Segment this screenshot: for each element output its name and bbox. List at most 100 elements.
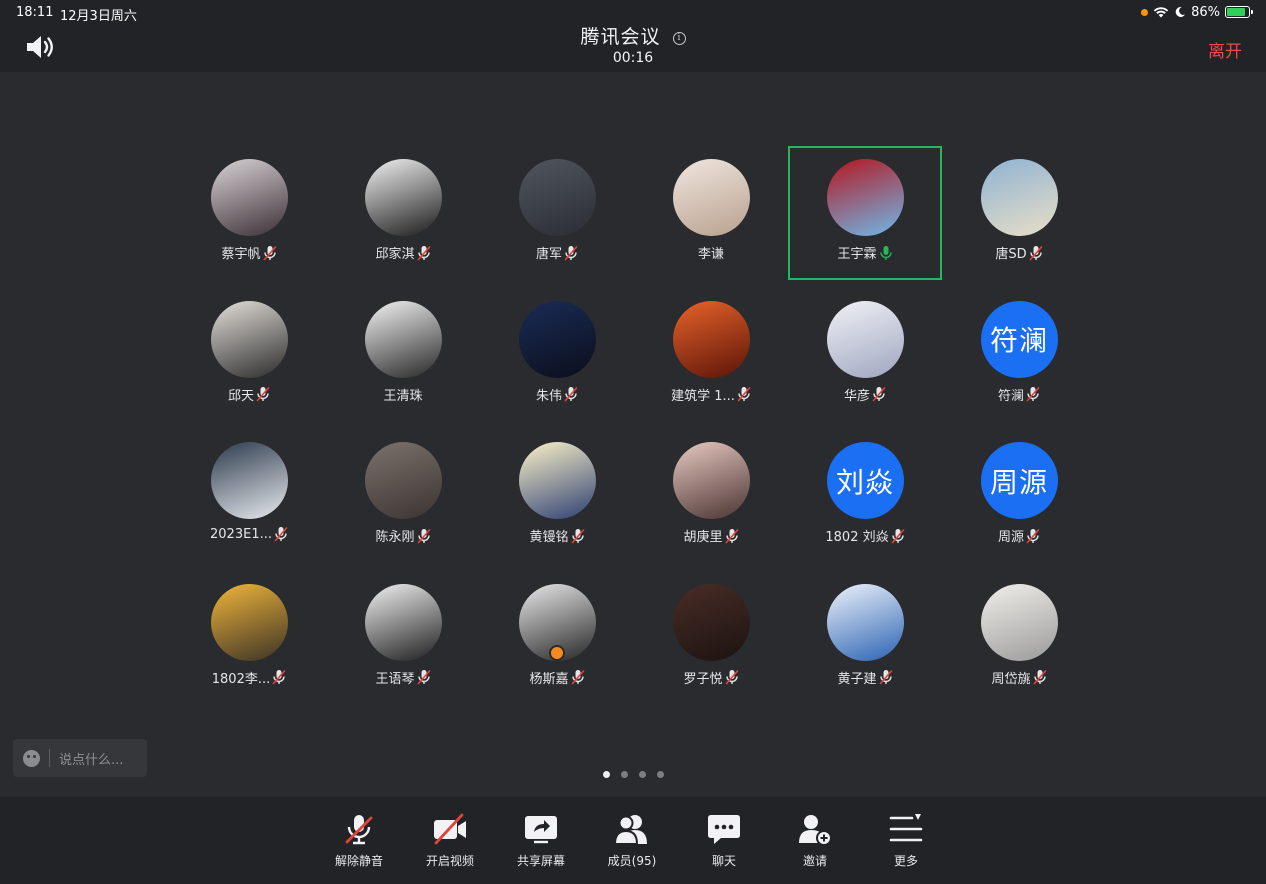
- participant-tile[interactable]: 周源 周源: [942, 429, 1096, 563]
- participant-tile[interactable]: 蔡宇帆: [172, 146, 326, 280]
- participant-tile[interactable]: 李谦: [634, 146, 788, 280]
- participant-name-row: 邱家淇: [375, 243, 430, 262]
- participant-name-row: 杨斯嘉: [529, 668, 584, 687]
- participant-name: 李谦: [697, 247, 724, 262]
- top-bar: 18:11 12月3日周六 86% 腾讯会议 i 00:16 离开: [0, 0, 1266, 72]
- avatar: [672, 300, 750, 378]
- avatar: [826, 583, 904, 661]
- avatar: [364, 300, 442, 378]
- participant-name: 周岱旐: [991, 671, 1031, 687]
- start-video-button[interactable]: 开启视频: [410, 811, 490, 875]
- avatar: 周源: [980, 442, 1058, 519]
- avatar: [210, 442, 288, 519]
- participant-tile[interactable]: 朱伟: [480, 288, 634, 422]
- participant-name: 1802 刘焱: [825, 530, 889, 545]
- unmute-button[interactable]: 解除静音: [319, 811, 399, 875]
- participant-tile[interactable]: 符澜 符澜: [942, 288, 1096, 422]
- participant-name-row: 唐SD: [995, 243, 1042, 262]
- participant-tile[interactable]: 黄镘铭: [480, 429, 634, 563]
- participant-name: 周源: [997, 530, 1024, 545]
- participant-name-row: 罗子悦: [683, 668, 738, 687]
- share-screen-icon: [525, 816, 557, 844]
- participant-name: 王语琴: [375, 671, 415, 687]
- participant-tile[interactable]: 唐SD: [942, 146, 1096, 280]
- participant-tile[interactable]: 周岱旐: [942, 571, 1096, 705]
- participant-tile[interactable]: 邱天: [172, 288, 326, 422]
- mic-muted-icon: [1029, 245, 1042, 260]
- info-icon[interactable]: i: [672, 32, 686, 45]
- participant-name: 蔡宇帆: [221, 247, 261, 262]
- participant-tile[interactable]: 胡庚里: [634, 429, 788, 563]
- members-icon: [614, 815, 647, 845]
- participant-name: 杨斯嘉: [529, 671, 569, 687]
- unmute-label: 解除静音: [334, 854, 383, 868]
- avatar: [518, 159, 596, 236]
- participant-name-row: 李谦: [698, 243, 724, 262]
- meeting-title-area[interactable]: 腾讯会议 i: [0, 22, 1266, 49]
- mic-muted-icon: [417, 528, 430, 543]
- mic-muted-icon: [725, 528, 738, 543]
- page-dot[interactable]: [638, 771, 646, 778]
- participant-name-row: 黄子建: [837, 668, 892, 687]
- participant-tile[interactable]: 邱家淇: [326, 146, 480, 280]
- participant-tile[interactable]: 1802李...: [172, 571, 326, 705]
- participant-tile[interactable]: 陈永刚: [326, 429, 480, 563]
- mic-muted-icon: [263, 245, 276, 260]
- participant-name: 黄镘铭: [529, 530, 569, 545]
- participant-tile[interactable]: 黄子建: [788, 571, 942, 705]
- mic-muted-icon: [872, 387, 886, 402]
- avatar: [364, 159, 442, 236]
- avatar: [364, 583, 442, 661]
- page-dot[interactable]: [620, 771, 628, 778]
- mic-muted-icon: [891, 528, 904, 543]
- more-label: 更多: [893, 854, 918, 868]
- participant-tile[interactable]: 罗子悦: [634, 571, 788, 705]
- participant-tile[interactable]: 华彦: [788, 288, 942, 422]
- participant-tile[interactable]: 建筑学 1...: [634, 288, 788, 422]
- participant-name: 建筑学 1...: [671, 388, 735, 404]
- participant-tile[interactable]: 2023E1...: [172, 429, 326, 563]
- page-dot[interactable]: [656, 771, 664, 778]
- leave-button[interactable]: 离开: [1208, 37, 1242, 62]
- participant-name: 罗子悦: [683, 671, 723, 687]
- participant-name-row: 1802 刘焱: [825, 526, 904, 545]
- mic-muted-icon: [879, 670, 892, 685]
- chat-label: 聊天: [711, 854, 736, 868]
- participant-tile[interactable]: 王宇霖: [788, 146, 942, 280]
- page-dot[interactable]: [602, 771, 610, 778]
- participant-name-row: 邱天: [228, 385, 270, 404]
- mic-muted-icon: [571, 528, 584, 543]
- mic-muted-icon: [1026, 387, 1040, 402]
- participant-name-row: 华彦: [844, 385, 886, 404]
- mic-muted-icon: [272, 670, 286, 685]
- participant-name: 胡庚里: [683, 530, 723, 545]
- chat-button[interactable]: 聊天: [684, 811, 764, 875]
- participant-name-row: 建筑学 1...: [671, 385, 751, 404]
- members-button[interactable]: 成员(95): [592, 811, 672, 875]
- battery-icon: [1225, 6, 1253, 18]
- meeting-title: 腾讯会议: [580, 26, 661, 48]
- emoji-icon[interactable]: [23, 749, 40, 767]
- mic-muted-icon: [417, 670, 430, 685]
- avatar: [980, 583, 1058, 661]
- participant-tile[interactable]: 唐军: [480, 146, 634, 280]
- participant-name-row: 王清珠: [383, 385, 422, 404]
- participant-name: 华彦: [843, 388, 870, 404]
- avatar: [518, 442, 596, 519]
- status-indicators: 86%: [1141, 4, 1253, 20]
- participant-name: 王宇霖: [837, 247, 877, 262]
- mic-active-icon: [879, 245, 892, 260]
- more-button[interactable]: 更多: [866, 811, 946, 875]
- avatar: [210, 583, 288, 661]
- host-badge-icon: [549, 644, 565, 661]
- participant-tile[interactable]: 刘焱 1802 刘焱: [788, 429, 942, 563]
- participant-tile[interactable]: 杨斯嘉: [480, 571, 634, 705]
- page-indicator[interactable]: [0, 771, 1266, 778]
- participant-tile[interactable]: 王清珠: [326, 288, 480, 422]
- avatar: 刘焱: [826, 442, 904, 519]
- mic-muted-icon: [737, 387, 751, 402]
- share-screen-button[interactable]: 共享屏幕: [501, 811, 581, 875]
- invite-button[interactable]: 邀请: [775, 811, 855, 875]
- add-user-icon: [799, 815, 832, 846]
- participant-tile[interactable]: 王语琴: [326, 571, 480, 705]
